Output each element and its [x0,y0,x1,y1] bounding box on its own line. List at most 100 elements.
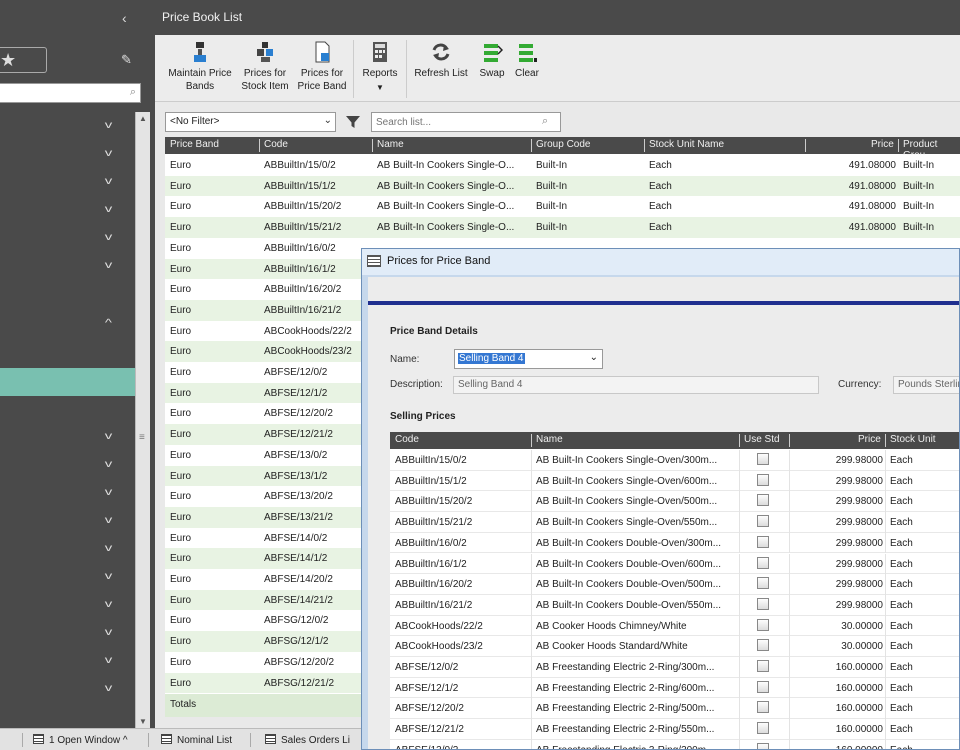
search-list-input[interactable] [371,112,561,132]
nav-item[interactable]: v [0,481,135,509]
use-std-checkbox[interactable] [757,722,769,735]
favourites-button[interactable]: ★ [0,47,47,73]
table-row[interactable]: ABFSE/12/0/2 AB Freestanding Electric 2-R… [390,657,959,678]
name-cell: AB Freestanding Electric 3-Ring/300m... [536,745,714,749]
column-header-price[interactable]: Price [871,139,894,150]
use-std-checkbox[interactable] [757,494,769,507]
table-row[interactable]: ABBuiltIn/15/21/2 AB Built-In Cookers Sin… [390,512,959,533]
table-cell: ABFSE/14/1/2 [264,553,328,565]
table-row[interactable]: ABFSE/12/1/2 AB Freestanding Electric 2-R… [390,677,959,699]
scroll-up-icon[interactable]: ▲ [139,114,147,123]
table-cell: Built-In [903,222,935,234]
collapse-sidebar-icon[interactable]: ‹ [122,10,127,26]
sidebar-scrollbar[interactable]: ▲ ≡ ▼ [135,112,150,728]
table-row[interactable]: ABBuiltIn/16/21/2 AB Built-In Cookers Dou… [390,594,959,616]
table-row[interactable]: Euro ABBuiltIn/15/20/2 AB Built-In Cookers… [165,196,960,218]
column-header-price[interactable]: Price [858,434,881,445]
column-header-code[interactable]: Code [264,139,288,150]
table-row[interactable]: ABFSE/12/21/2 AB Freestanding Electric 2-… [390,719,959,740]
nav-item-selected[interactable] [0,368,135,396]
search-icon[interactable]: ⌕ [542,115,548,128]
table-row[interactable]: ABFSE/12/20/2 AB Freestanding Electric 2-… [390,698,959,720]
use-std-checkbox[interactable] [757,701,769,714]
nav-item[interactable]: v [0,142,135,170]
cell-divider [739,553,740,575]
table-row[interactable]: ABBuiltIn/16/0/2 AB Built-In Cookers Doub… [390,532,959,554]
nav-item[interactable]: v [0,565,135,593]
name-cell: AB Cooker Hoods Standard/White [536,641,688,653]
stock-unit-cell: Each [890,517,913,529]
code-cell: ABFSE/12/20/2 [395,703,464,715]
nav-item[interactable]: v [0,509,135,537]
column-header-use-std[interactable]: Use Std [744,434,780,445]
sales-orders-tab[interactable]: Sales Orders Li [265,734,350,746]
dialog-title-bar[interactable]: Prices for Price Band [362,249,959,275]
column-header-price-band[interactable]: Price Band [170,139,219,150]
currency-field[interactable]: Pounds Sterlin [893,376,959,394]
nav-item[interactable]: v [0,226,135,254]
cell-divider [531,450,532,471]
refresh-list-button[interactable]: Refresh List [412,38,470,80]
maintain-price-bands-button[interactable]: Maintain Price Bands [167,38,233,93]
filter-icon[interactable] [345,114,361,130]
pencil-icon[interactable]: ✎ [121,52,132,68]
column-header-stock-unit[interactable]: Stock Unit [890,434,936,445]
column-header-code[interactable]: Code [395,434,419,445]
nav-item[interactable]: v [0,114,135,142]
nav-item[interactable]: v [0,677,135,705]
nav-item[interactable]: v [0,649,135,677]
scroll-down-icon[interactable]: ▼ [139,717,147,726]
table-row[interactable]: ABBuiltIn/16/20/2 AB Built-In Cookers Dou… [390,574,959,595]
prices-for-price-band-button[interactable]: Prices for Price Band [296,38,348,93]
table-cell: ABFSE/12/20/2 [264,408,333,420]
column-header-stock-unit-name[interactable]: Stock Unit Name [649,139,724,150]
cell-divider [789,553,790,575]
nav-item[interactable]: v [0,537,135,565]
use-std-checkbox[interactable] [757,453,769,465]
nav-item[interactable]: v [0,254,135,282]
table-row[interactable]: Euro ABBuiltIn/15/0/2 AB Built-In Cookers … [165,155,960,176]
table-row[interactable]: ABBuiltIn/15/0/2 AB Built-In Cookers Sing… [390,450,959,471]
nav-item[interactable]: v [0,198,135,226]
column-header-name[interactable]: Name [377,139,404,150]
reports-button[interactable]: Reports ▼ [359,38,401,94]
open-window-button[interactable]: 1 Open Window ^ [33,734,128,746]
nav-item-expanded[interactable]: ^ [0,312,135,340]
use-std-checkbox[interactable] [757,597,769,610]
use-std-checkbox[interactable] [757,742,769,749]
table-row[interactable]: ABBuiltIn/15/1/2 AB Built-In Cookers Sing… [390,470,959,492]
use-std-checkbox[interactable] [757,535,769,548]
clear-button[interactable]: Clear [511,38,543,80]
nav-item[interactable]: v [0,425,135,453]
nav-item[interactable]: v [0,593,135,621]
use-std-checkbox[interactable] [757,680,769,693]
table-row[interactable]: Euro ABBuiltIn/15/21/2 AB Built-In Cookers… [165,217,960,238]
use-std-checkbox[interactable] [757,639,769,652]
use-std-checkbox[interactable] [757,577,769,590]
description-field[interactable]: Selling Band 4 [453,376,819,394]
filter-dropdown[interactable]: <No Filter> ⌄ [165,112,336,132]
prices-for-stock-item-button[interactable]: Prices for Stock Item [238,38,292,93]
table-row[interactable]: ABCookHoods/22/2 AB Cooker Hoods Chimney/… [390,615,959,637]
table-row[interactable]: ABCookHoods/23/2 AB Cooker Hoods Standard… [390,636,959,657]
use-std-checkbox[interactable] [757,618,769,631]
sidebar-search-input[interactable]: ⌕ [0,83,141,103]
use-std-checkbox[interactable] [757,473,769,486]
nav-item[interactable]: v [0,453,135,481]
column-header-name[interactable]: Name [536,434,563,445]
use-std-checkbox[interactable] [757,556,769,569]
nominal-list-tab[interactable]: Nominal List [161,734,232,746]
column-header-group-code[interactable]: Group Code [536,139,590,150]
cell-divider [739,532,740,554]
use-std-checkbox[interactable] [757,515,769,528]
nav-item[interactable]: v [0,621,135,649]
scroll-grip-icon[interactable]: ≡ [139,432,145,443]
use-std-checkbox[interactable] [757,660,769,672]
nav-item[interactable]: v [0,170,135,198]
table-row[interactable]: ABFSE/13/0/2 AB Freestanding Electric 3-R… [390,739,959,749]
table-row[interactable]: Euro ABBuiltIn/15/1/2 AB Built-In Cookers … [165,175,960,197]
table-row[interactable]: ABBuiltIn/16/1/2 AB Built-In Cookers Doub… [390,553,959,575]
table-row[interactable]: ABBuiltIn/15/20/2 AB Built-In Cookers Sin… [390,491,959,513]
swap-button[interactable]: Swap [475,38,509,80]
price-band-name-dropdown[interactable]: Selling Band 4 ⌄ [454,349,603,369]
